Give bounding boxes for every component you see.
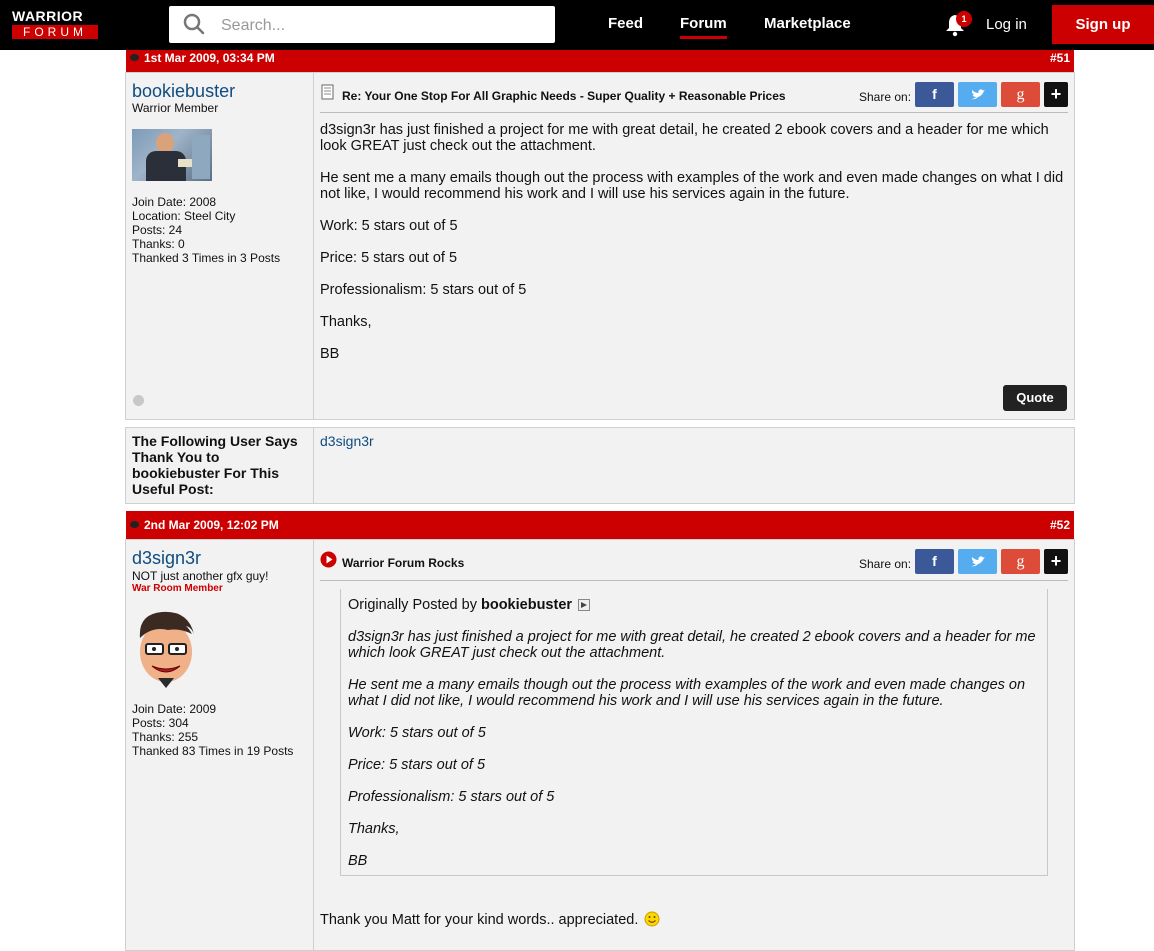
nav-feed[interactable]: Feed <box>608 15 643 32</box>
quote-line: BB <box>348 853 368 869</box>
user-rank: War Room Member <box>132 583 223 594</box>
location: Location: Steel City <box>132 209 236 223</box>
login-link[interactable]: Log in <box>986 16 1027 33</box>
reply-message: Thank you Matt for your kind words.. app… <box>320 912 639 928</box>
more-share-button[interactable]: + <box>1044 549 1068 574</box>
username-link[interactable]: bookiebuster <box>132 81 235 102</box>
thanks-user-link[interactable]: d3sign3r <box>320 433 374 449</box>
quote-line: d3sign3r has just finished a project for… <box>348 629 1036 661</box>
user-title: NOT just another gfx guy! <box>132 569 269 583</box>
title-divider <box>320 580 1068 581</box>
smile-icon <box>644 911 660 927</box>
logo-text-warrior: WARRIOR <box>12 8 84 24</box>
google-share-button[interactable]: g <box>1001 82 1040 107</box>
post-number-link[interactable]: #52 <box>1050 518 1070 532</box>
post-message-line: d3sign3r has just finished a project for… <box>320 122 1049 154</box>
share-label: Share on: <box>859 90 912 104</box>
post-message-line: He sent me a many emails though out the … <box>320 170 1064 202</box>
post-header: 2nd Mar 2009, 12:02 PM #52 <box>126 511 1074 539</box>
quote-button[interactable]: Quote <box>1003 385 1067 411</box>
thanks-label: The Following User Says Thank You to boo… <box>132 433 298 497</box>
logo-text-forum: FORUM <box>12 25 98 39</box>
play-icon <box>320 551 337 568</box>
google-share-button[interactable]: g <box>1001 549 1040 574</box>
post-51: bookiebuster Warrior Member Join Date: 2… <box>125 72 1075 420</box>
quote-origin: Originally Posted by bookiebuster <box>348 597 591 613</box>
post-count: Posts: 304 <box>132 716 189 730</box>
view-post-icon[interactable] <box>578 599 591 611</box>
join-date: Join Date: 2009 <box>132 702 217 716</box>
facebook-share-button[interactable]: f <box>915 549 954 574</box>
plus-icon: + <box>1050 551 1062 571</box>
nav-forum[interactable]: Forum <box>680 15 727 39</box>
post-date: 1st Mar 2009, 03:34 PM <box>144 51 275 65</box>
thread-content: 1st Mar 2009, 03:34 PM #51 bookiebuster … <box>0 0 1154 951</box>
post-title: Re: Your One Stop For All Graphic Needs … <box>342 89 786 103</box>
quote-prefix: Originally Posted by <box>348 597 477 613</box>
quote-block: Originally Posted by bookiebuster d3sign… <box>340 589 1048 876</box>
share-label: Share on: <box>859 557 912 571</box>
search-input[interactable] <box>219 6 543 45</box>
thanked-count: Thanked 3 Times in 3 Posts <box>132 251 281 265</box>
site-logo[interactable]: WARRIOR FORUM <box>12 9 100 41</box>
post-message-line: Thanks, <box>320 314 372 330</box>
quote-line: Professionalism: 5 stars out of 5 <box>348 789 555 805</box>
reply-text: Thank you Matt for your kind words.. app… <box>320 911 660 928</box>
offline-status-icon <box>133 395 144 406</box>
user-stats: Join Date: 2009 Posts: 304 Thanks: 255 T… <box>132 702 293 758</box>
thanks-label-cell: The Following User Says Thank You to boo… <box>126 428 314 503</box>
user-title: Warrior Member <box>132 101 219 115</box>
user-stats: Join Date: 2008 Location: Steel City Pos… <box>132 195 280 265</box>
user-info-panel: bookiebuster Warrior Member Join Date: 2… <box>126 73 314 419</box>
post-bubble-icon <box>130 521 139 528</box>
search-icon <box>183 13 205 35</box>
search-box[interactable] <box>169 6 555 45</box>
post-count: Posts: 24 <box>132 223 183 237</box>
twitter-icon <box>970 89 985 100</box>
thanks-count: Thanks: 0 <box>132 237 185 251</box>
facebook-icon: f <box>932 86 937 102</box>
notification-badge: 1 <box>956 11 972 27</box>
quote-author: bookiebuster <box>480 597 573 613</box>
post-message-line: Professionalism: 5 stars out of 5 <box>320 282 527 298</box>
avatar[interactable] <box>132 608 200 690</box>
nav-marketplace[interactable]: Marketplace <box>764 15 851 32</box>
facebook-icon: f <box>932 553 937 569</box>
username-link[interactable]: d3sign3r <box>132 548 201 569</box>
plus-icon: + <box>1050 84 1062 104</box>
avatar[interactable] <box>132 129 212 181</box>
post-title: Warrior Forum Rocks <box>342 556 465 570</box>
thanked-count: Thanked 83 Times in 19 Posts <box>132 744 294 758</box>
quote-line: Thanks, <box>348 821 400 837</box>
quote-line: Work: 5 stars out of 5 <box>348 725 486 741</box>
post-message-line: Work: 5 stars out of 5 <box>320 218 458 234</box>
post-date: 2nd Mar 2009, 12:02 PM <box>144 518 279 532</box>
signup-button[interactable]: Sign up <box>1052 5 1154 44</box>
join-date: Join Date: 2008 <box>132 195 217 209</box>
post-bubble-icon <box>130 54 139 61</box>
twitter-icon <box>970 556 985 567</box>
facebook-share-button[interactable]: f <box>915 82 954 107</box>
quote-line: He sent me a many emails though out the … <box>348 677 1026 709</box>
user-info-panel: d3sign3r NOT just another gfx guy! War R… <box>126 540 314 950</box>
top-navbar: WARRIOR FORUM Feed Forum Marketplace 1 L… <box>0 0 1154 50</box>
more-share-button[interactable]: + <box>1044 82 1068 107</box>
title-divider <box>320 112 1068 113</box>
post-message-line: BB <box>320 346 340 362</box>
google-icon: g <box>1016 86 1025 103</box>
twitter-share-button[interactable] <box>958 82 997 107</box>
post-message-line: Price: 5 stars out of 5 <box>320 250 458 266</box>
google-icon: g <box>1016 553 1025 570</box>
document-icon <box>321 84 334 100</box>
thanks-count: Thanks: 255 <box>132 730 199 744</box>
twitter-share-button[interactable] <box>958 549 997 574</box>
post-number-link[interactable]: #51 <box>1050 51 1070 65</box>
quote-line: Price: 5 stars out of 5 <box>348 757 486 773</box>
thanks-box: The Following User Says Thank You to boo… <box>125 427 1075 504</box>
